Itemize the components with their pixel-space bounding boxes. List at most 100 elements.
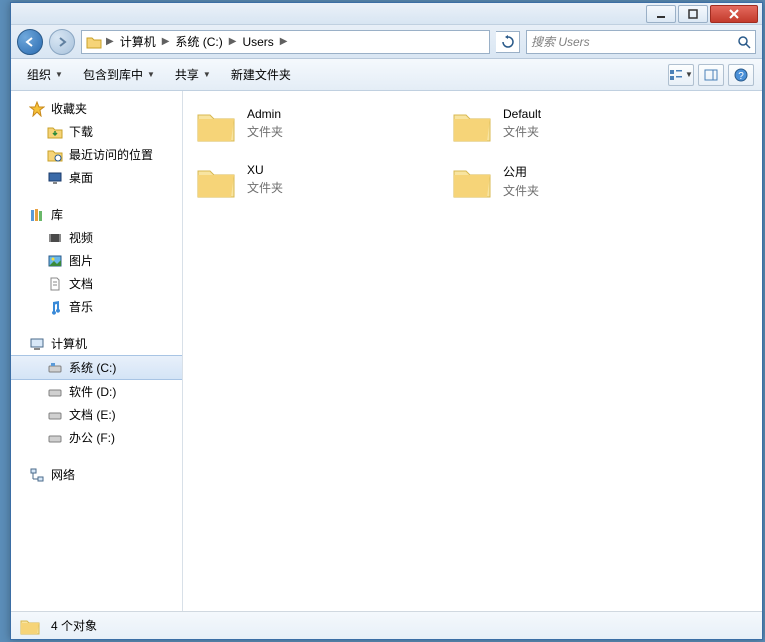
- sidebar-label: 收藏夹: [51, 100, 87, 117]
- drive-icon: [47, 360, 63, 376]
- sidebar-item-label: 图片: [69, 252, 93, 269]
- drive-icon: [47, 430, 63, 446]
- sidebar-item-music[interactable]: 音乐: [11, 295, 182, 318]
- sidebar-item-drive-c[interactable]: 系统 (C:): [11, 355, 182, 380]
- maximize-button[interactable]: [678, 5, 708, 23]
- breadcrumb[interactable]: ▶ 计算机 ▶ 系统 (C:) ▶ Users ▶: [81, 30, 490, 54]
- address-row: ▶ 计算机 ▶ 系统 (C:) ▶ Users ▶ 搜索 Users: [11, 25, 762, 59]
- forward-button[interactable]: [49, 29, 75, 55]
- sidebar-item-label: 文档 (E:): [69, 406, 116, 423]
- folder-type: 文件夹: [247, 179, 283, 196]
- folder-icon: [195, 163, 237, 201]
- sidebar-item-label: 桌面: [69, 169, 93, 186]
- sidebar-item-label: 系统 (C:): [69, 359, 116, 376]
- share-button[interactable]: 共享 ▼: [167, 62, 219, 87]
- svg-text:?: ?: [738, 71, 744, 82]
- include-library-button[interactable]: 包含到库中 ▼: [75, 62, 163, 87]
- organize-button[interactable]: 组织 ▼: [19, 62, 71, 87]
- chevron-right-icon: ▶: [160, 36, 172, 47]
- network-icon: [29, 467, 45, 483]
- titlebar: [11, 3, 762, 25]
- drive-icon: [47, 407, 63, 423]
- status-bar: 4 个对象: [11, 611, 762, 639]
- preview-pane-button[interactable]: [698, 64, 724, 86]
- folder-item[interactable]: XU 文件夹: [191, 159, 447, 205]
- help-button[interactable]: ?: [728, 64, 754, 86]
- chevron-down-icon: ▼: [55, 70, 63, 79]
- sidebar-item-desktop[interactable]: 桌面: [11, 166, 182, 189]
- folder-icon: [451, 107, 493, 145]
- chevron-right-icon: ▶: [278, 36, 290, 47]
- new-folder-button[interactable]: 新建文件夹: [223, 62, 299, 87]
- toolbar: 组织 ▼ 包含到库中 ▼ 共享 ▼ 新建文件夹 ▼ ?: [11, 59, 762, 91]
- back-button[interactable]: [17, 29, 43, 55]
- sidebar-label: 网络: [51, 466, 75, 483]
- picture-icon: [47, 253, 63, 269]
- chevron-down-icon: ▼: [147, 70, 155, 79]
- folder-icon: [86, 34, 102, 50]
- video-icon: [47, 230, 63, 246]
- sidebar-item-label: 文档: [69, 275, 93, 292]
- sidebar-label: 计算机: [51, 335, 87, 352]
- star-icon: [29, 101, 45, 117]
- folder-name: 公用: [503, 163, 539, 180]
- computer-icon: [29, 336, 45, 352]
- view-options-button[interactable]: ▼: [668, 64, 694, 86]
- sidebar-item-label: 下载: [69, 123, 93, 140]
- folder-item[interactable]: 公用文件夹: [447, 159, 703, 205]
- download-icon: [47, 124, 63, 140]
- chevron-down-icon: ▼: [685, 70, 693, 79]
- search-input[interactable]: 搜索 Users: [526, 30, 756, 54]
- content-pane[interactable]: Admin文件夹 Default文件夹 XU文件夹 公用文件夹: [183, 91, 762, 611]
- chevron-down-icon: ▼: [203, 70, 211, 79]
- sidebar-item-recent[interactable]: 最近访问的位置: [11, 143, 182, 166]
- sidebar-head-libraries[interactable]: 库: [11, 203, 182, 226]
- folder-name: Admin: [247, 107, 283, 121]
- library-icon: [29, 207, 45, 223]
- folder-icon: [451, 163, 493, 201]
- sidebar-item-downloads[interactable]: 下载: [11, 120, 182, 143]
- sidebar: 收藏夹 下载 最近访问的位置 桌面 库 视频 图片 文档 音乐: [11, 91, 183, 611]
- minimize-button[interactable]: [646, 5, 676, 23]
- sidebar-item-label: 音乐: [69, 298, 93, 315]
- sidebar-item-label: 办公 (F:): [69, 429, 115, 446]
- close-button[interactable]: [710, 5, 758, 23]
- breadcrumb-item-folder[interactable]: Users: [238, 31, 277, 53]
- sidebar-item-label: 视频: [69, 229, 93, 246]
- sidebar-item-label: 软件 (D:): [69, 383, 116, 400]
- search-icon: [737, 35, 751, 49]
- folder-type: 文件夹: [247, 123, 283, 140]
- folder-name: XU: [247, 163, 283, 177]
- include-label: 包含到库中: [83, 66, 143, 83]
- sidebar-item-drive-f[interactable]: 办公 (F:): [11, 426, 182, 449]
- sidebar-item-documents[interactable]: 文档: [11, 272, 182, 295]
- folder-name: Default: [503, 107, 541, 121]
- sidebar-item-drive-d[interactable]: 软件 (D:): [11, 380, 182, 403]
- folder-item[interactable]: Default文件夹: [447, 103, 703, 149]
- document-icon: [47, 276, 63, 292]
- music-icon: [47, 299, 63, 315]
- desktop-icon: [47, 170, 63, 186]
- folder-type: 文件夹: [503, 182, 539, 199]
- sidebar-head-computer[interactable]: 计算机: [11, 332, 182, 355]
- sidebar-label: 库: [51, 206, 63, 223]
- chevron-right-icon: ▶: [227, 36, 239, 47]
- search-placeholder: 搜索 Users: [531, 33, 590, 50]
- breadcrumb-item-computer[interactable]: 计算机: [116, 31, 160, 53]
- sidebar-item-drive-e[interactable]: 文档 (E:): [11, 403, 182, 426]
- chevron-right-icon: ▶: [104, 36, 116, 47]
- folder-item[interactable]: Admin 文件夹: [191, 103, 447, 149]
- sidebar-item-videos[interactable]: 视频: [11, 226, 182, 249]
- folder-icon: [195, 107, 237, 145]
- sidebar-item-pictures[interactable]: 图片: [11, 249, 182, 272]
- drive-icon: [47, 384, 63, 400]
- folder-icon: [19, 616, 41, 636]
- refresh-button[interactable]: [496, 31, 520, 53]
- recent-icon: [47, 147, 63, 163]
- sidebar-item-label: 最近访问的位置: [69, 146, 153, 163]
- sidebar-head-network[interactable]: 网络: [11, 463, 182, 486]
- share-label: 共享: [175, 66, 199, 83]
- sidebar-head-favorites[interactable]: 收藏夹: [11, 97, 182, 120]
- breadcrumb-item-drive[interactable]: 系统 (C:): [171, 31, 226, 53]
- organize-label: 组织: [27, 66, 51, 83]
